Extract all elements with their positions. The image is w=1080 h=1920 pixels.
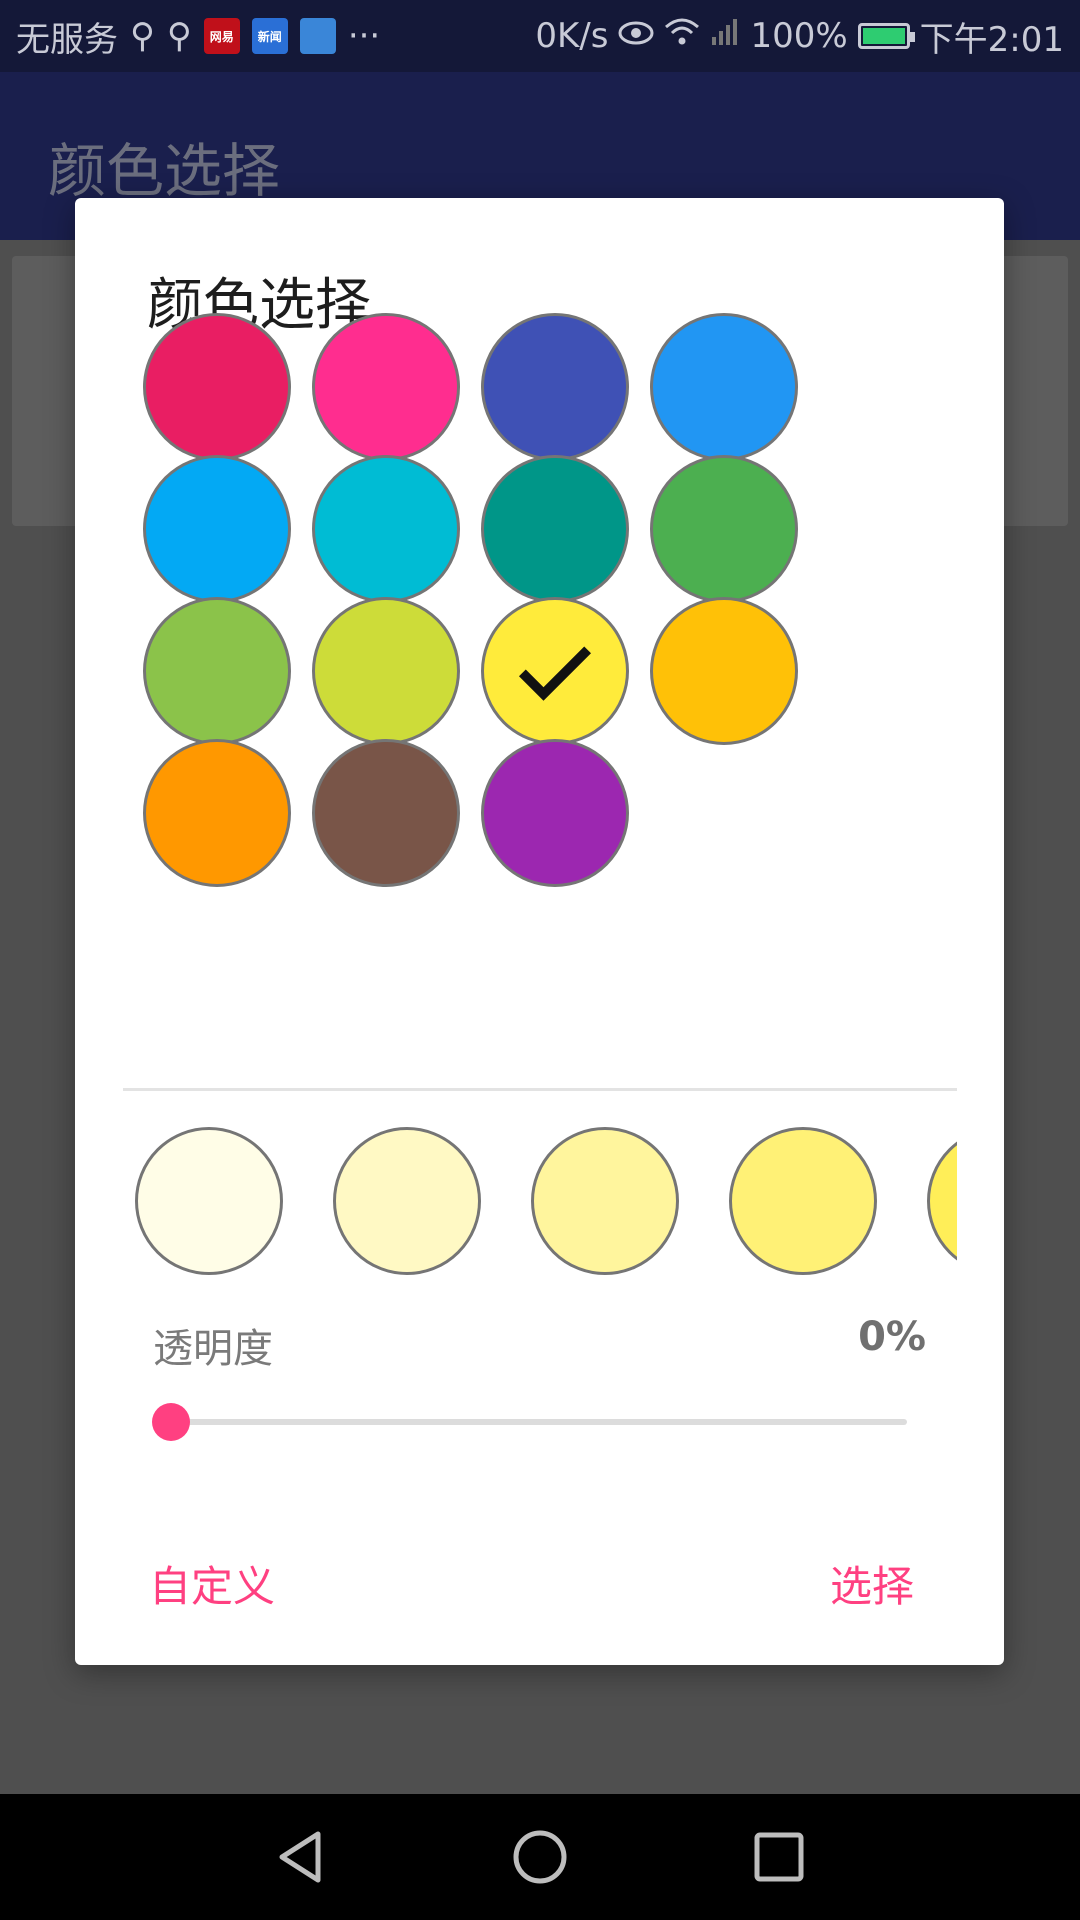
color-swatch-indigo[interactable] xyxy=(481,313,629,461)
color-swatch-pink[interactable] xyxy=(312,313,460,461)
color-swatch-red[interactable] xyxy=(143,313,291,461)
wifi-icon xyxy=(664,16,700,56)
color-swatch-teal[interactable] xyxy=(481,455,629,603)
color-swatch-green[interactable] xyxy=(650,455,798,603)
battery-percent: 100% xyxy=(750,16,848,56)
color-swatch-blue[interactable] xyxy=(650,313,798,461)
color-swatch-cyan[interactable] xyxy=(312,455,460,603)
network-speed: 0K/s xyxy=(535,16,609,56)
usb-debug-icon: ⚲ xyxy=(166,16,192,56)
color-swatch-purple[interactable] xyxy=(481,739,629,887)
color-swatch-light-green[interactable] xyxy=(143,597,291,745)
color-swatch-amber[interactable] xyxy=(650,597,798,745)
news-app-icon: 新闻 xyxy=(251,18,288,54)
shade-swatch[interactable] xyxy=(531,1127,679,1275)
overflow-icon: ··· xyxy=(347,16,381,56)
transparency-label: 透明度 xyxy=(153,1326,273,1372)
shade-swatch[interactable] xyxy=(333,1127,481,1275)
app-title: 颜色选择 xyxy=(48,137,281,205)
select-button[interactable]: 选择 xyxy=(830,1553,914,1614)
shade-swatch[interactable] xyxy=(927,1127,957,1275)
app-notification-icon xyxy=(299,18,336,54)
battery-icon xyxy=(857,23,915,49)
shade-swatch[interactable] xyxy=(135,1127,283,1275)
usb-icon: ⚲ xyxy=(130,16,155,56)
custom-button[interactable]: 自定义 xyxy=(149,1553,275,1614)
status-bar: 无服务 ⚲ ⚲ 网易 新闻 ··· 0K/s 100% 下午2:01 xyxy=(0,0,1080,72)
color-swatch-orange[interactable] xyxy=(143,739,291,887)
color-swatch-light-blue[interactable] xyxy=(143,455,291,603)
transparency-slider-thumb[interactable] xyxy=(152,1403,190,1441)
shade-swatch[interactable] xyxy=(729,1127,877,1275)
color-picker-dialog: 颜色选择 透明度 0% 自定义 选择 xyxy=(75,198,1004,1665)
clock: 下午2:01 xyxy=(919,19,1064,60)
carrier-text: 无服务 xyxy=(16,19,118,60)
signal-icon xyxy=(710,16,740,56)
back-icon[interactable] xyxy=(268,1824,334,1890)
color-swatch-brown[interactable] xyxy=(312,739,460,887)
shade-strip[interactable] xyxy=(123,1123,957,1283)
netease-app-icon: 网易 xyxy=(203,18,240,54)
home-icon[interactable] xyxy=(507,1824,573,1890)
check-icon xyxy=(518,646,592,701)
transparency-slider-track[interactable] xyxy=(171,1419,907,1425)
recents-icon[interactable] xyxy=(746,1824,812,1890)
color-swatch-lime[interactable] xyxy=(312,597,460,745)
eye-icon xyxy=(618,16,654,56)
transparency-value: 0% xyxy=(858,1314,926,1360)
divider xyxy=(123,1088,957,1091)
color-swatch-yellow[interactable] xyxy=(481,597,629,745)
navigation-bar xyxy=(0,1794,1080,1920)
